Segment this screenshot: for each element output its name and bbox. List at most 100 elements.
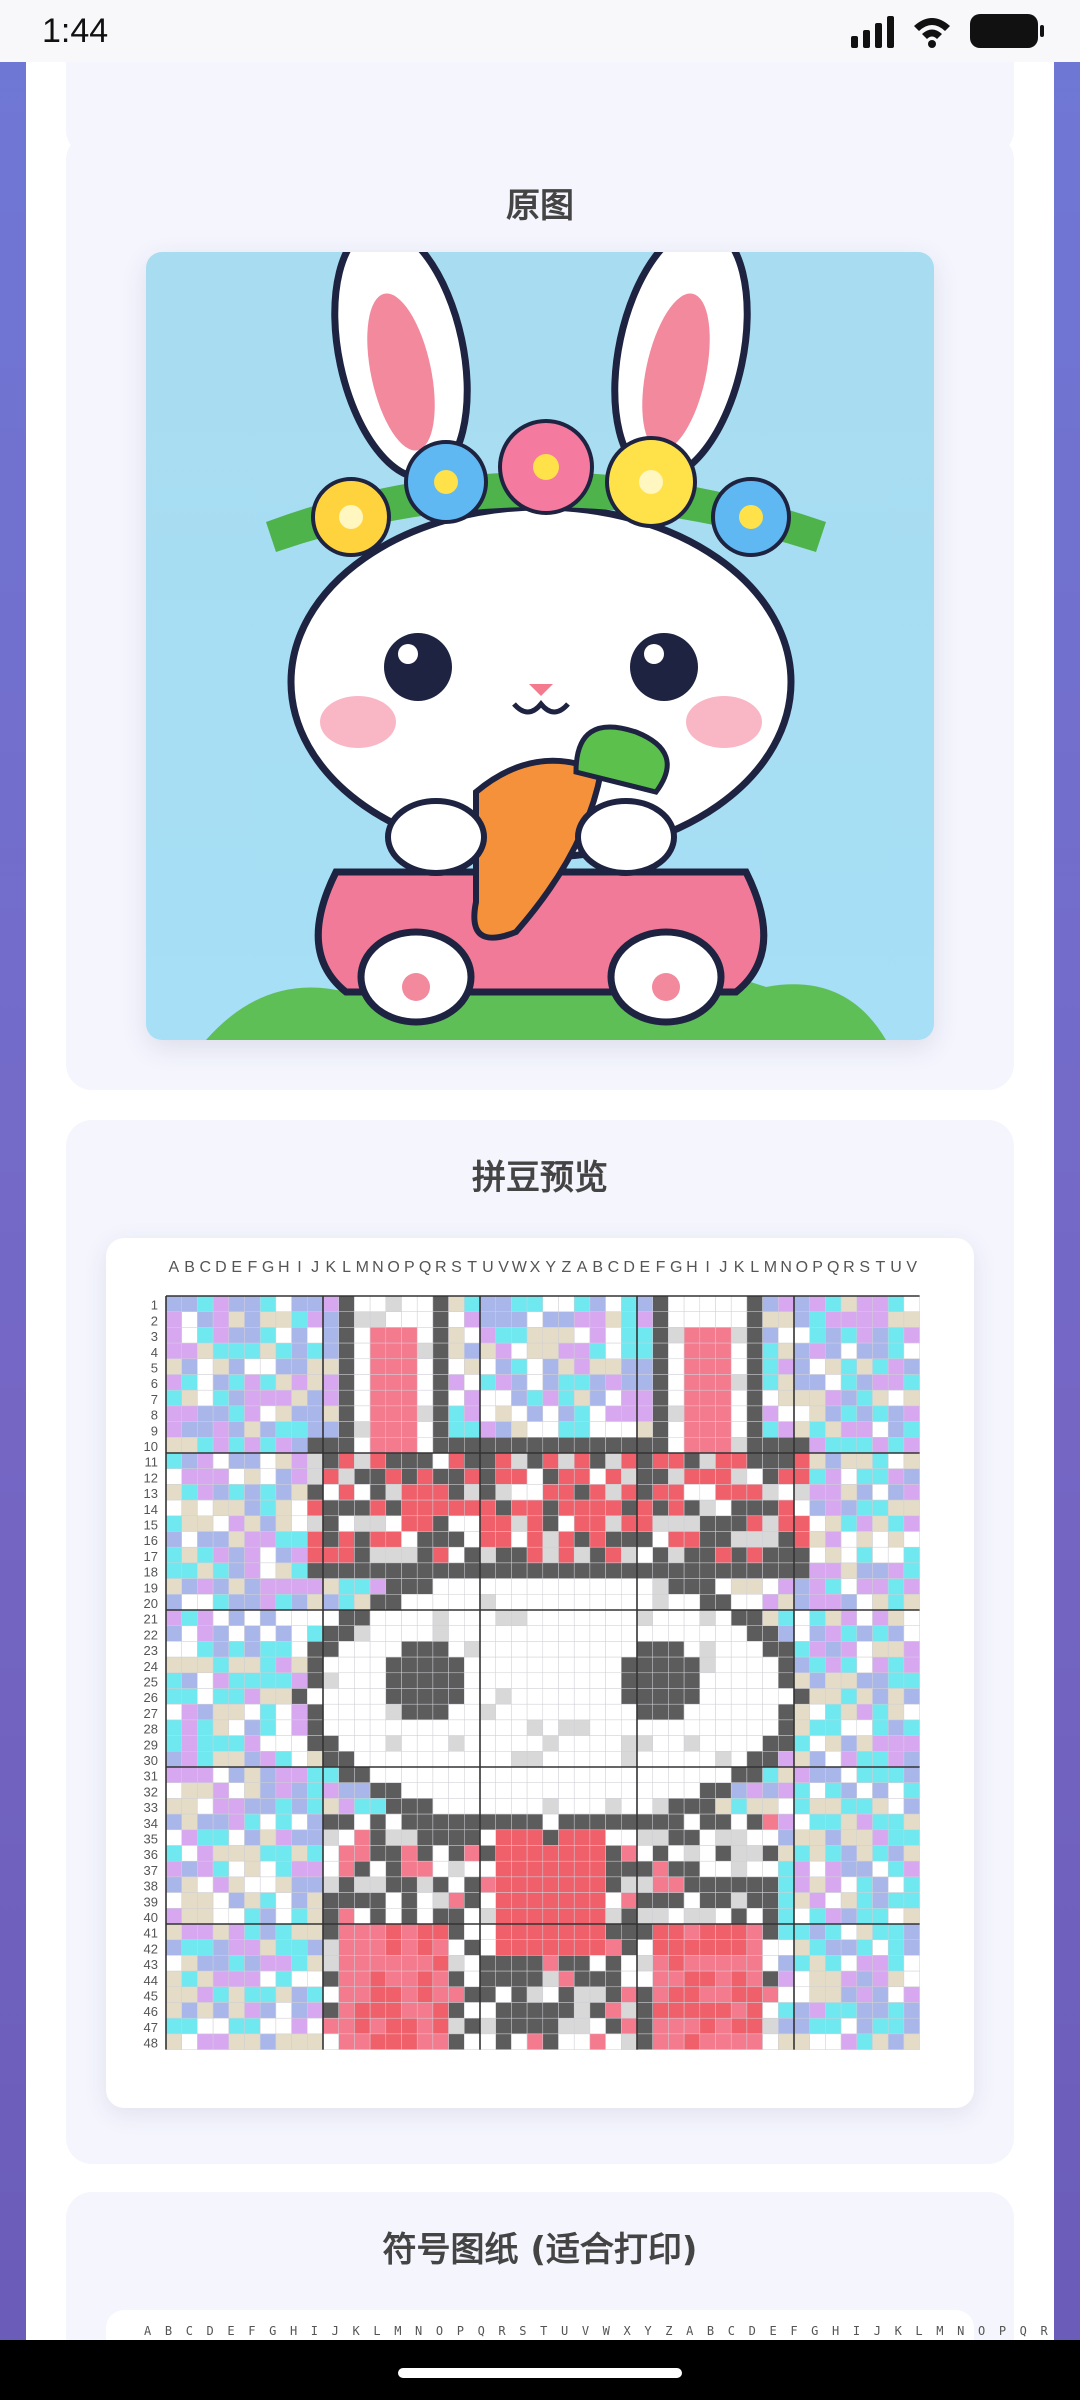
bead-cell — [621, 1374, 638, 1391]
bead-cell — [526, 1860, 544, 1878]
bead-cell — [652, 1955, 669, 1972]
bead-cell — [432, 1955, 449, 1972]
bead-cell — [228, 1860, 245, 1878]
bead-cell — [495, 1578, 512, 1595]
bead-cell — [228, 1625, 245, 1642]
bead-cell — [181, 1437, 198, 1454]
bead-cell — [511, 1970, 528, 1988]
bead-cell — [385, 1923, 402, 1940]
bead-cell — [825, 1955, 842, 1972]
bead-cell — [872, 1798, 889, 1815]
bead-cell — [401, 1594, 418, 1611]
bead-cell — [542, 1484, 559, 1501]
bead-cell — [652, 1782, 669, 1799]
bead-cell — [181, 1735, 198, 1752]
battery-icon — [970, 14, 1044, 48]
bead-cell — [401, 1295, 418, 1312]
bead-cell — [542, 1499, 559, 1517]
bead-cell — [401, 1813, 418, 1831]
bead-cell — [495, 1389, 512, 1407]
bead-cell — [573, 1578, 591, 1595]
bead-cell — [165, 1531, 182, 1548]
bead-cell — [479, 1389, 496, 1407]
bead-cell — [715, 1719, 732, 1736]
bead-cell — [778, 1358, 795, 1375]
row-label: 9 — [151, 1423, 158, 1438]
bead-cell — [668, 1766, 685, 1783]
bead-cell — [228, 1295, 245, 1312]
bead-cell — [778, 1876, 795, 1893]
bead-cell — [401, 1546, 418, 1564]
bead-cell — [825, 1829, 842, 1846]
home-gesture-handle[interactable] — [398, 2368, 682, 2378]
bead-cell — [338, 1499, 355, 1517]
bead-cell — [652, 1845, 669, 1862]
bead-cell — [275, 1641, 292, 1658]
bead-cell — [903, 1908, 920, 1925]
bead-cell — [668, 1813, 685, 1831]
bead-cell — [887, 1389, 905, 1407]
bead-cell — [244, 1703, 261, 1721]
bead-cell — [354, 1484, 371, 1501]
bead-cell — [212, 1421, 230, 1438]
bead-cell — [432, 1546, 449, 1564]
bead-cell — [699, 1908, 716, 1925]
bead-cell — [683, 1562, 701, 1579]
bead-cell — [887, 1986, 905, 2003]
bead-cell — [181, 1688, 198, 1705]
bead-cell — [903, 1499, 920, 1517]
bead-cell — [479, 1405, 496, 1422]
bead-cell — [715, 1939, 732, 1956]
bead-cell — [432, 1342, 449, 1360]
bead-cell — [840, 1719, 858, 1736]
bead-cell — [762, 1766, 779, 1783]
bead-cell — [683, 1923, 701, 1940]
bead-cell — [526, 1751, 544, 1768]
bead-cell — [212, 1531, 230, 1548]
bead-cell — [809, 1531, 826, 1548]
bead-cell — [448, 1970, 465, 1988]
bead-cell — [668, 1609, 685, 1626]
bead-cell — [338, 1421, 355, 1438]
bead-cell — [338, 1578, 355, 1595]
symbol-chart-canvas[interactable]: A B C D E F G H I J K L M N O P Q R S T … — [106, 2310, 1054, 2340]
bead-cell — [778, 1908, 795, 1925]
bead-cell — [181, 1829, 198, 1846]
bead-cell — [872, 2002, 889, 2019]
bead-cell — [809, 1782, 826, 1799]
bead-cell — [840, 1813, 858, 1831]
bead-cell — [589, 1405, 606, 1422]
bead-cell — [558, 1421, 575, 1438]
bead-cell — [495, 1531, 512, 1548]
row-label: 40 — [144, 1910, 158, 1925]
bead-cell — [385, 1358, 402, 1375]
bead-cell — [511, 1782, 528, 1799]
bead-cell — [573, 1311, 591, 1328]
bead-cell — [762, 1452, 779, 1469]
bead-cell — [542, 1625, 559, 1642]
page-content[interactable]: 原图 拼豆预览 A B C D E F G H I J K L M N O P … — [26, 62, 1054, 2340]
bead-cell — [165, 1484, 182, 1501]
bead-cell — [793, 1719, 810, 1736]
bead-cell — [291, 1421, 308, 1438]
column-label: V — [906, 1259, 917, 1276]
bead-cell — [683, 1751, 701, 1768]
bead-cell — [464, 1719, 481, 1736]
column-label: Q — [419, 1259, 431, 1276]
bead-cell — [558, 1342, 575, 1360]
bead-cell — [652, 1562, 669, 1579]
bead-cell — [338, 1955, 355, 1972]
column-label: R — [435, 1259, 447, 1276]
bead-cell — [165, 1939, 182, 1956]
bead-cell — [778, 1766, 795, 1783]
column-label: G — [670, 1259, 682, 1276]
bead-preview-canvas[interactable]: ABCDEFGHIJKLMNOPQRSTUVWXYZABCDEFGHIJKLMN… — [106, 1238, 974, 2108]
bead-cell — [244, 1295, 261, 1312]
bead-cell — [464, 1625, 481, 1642]
column-label: X — [530, 1259, 541, 1276]
bead-cell — [416, 1641, 434, 1658]
bead-cell — [307, 1656, 324, 1674]
bunny-illustration — [206, 252, 886, 1040]
bead-cell — [416, 1342, 434, 1360]
bead-cell — [730, 1782, 748, 1799]
